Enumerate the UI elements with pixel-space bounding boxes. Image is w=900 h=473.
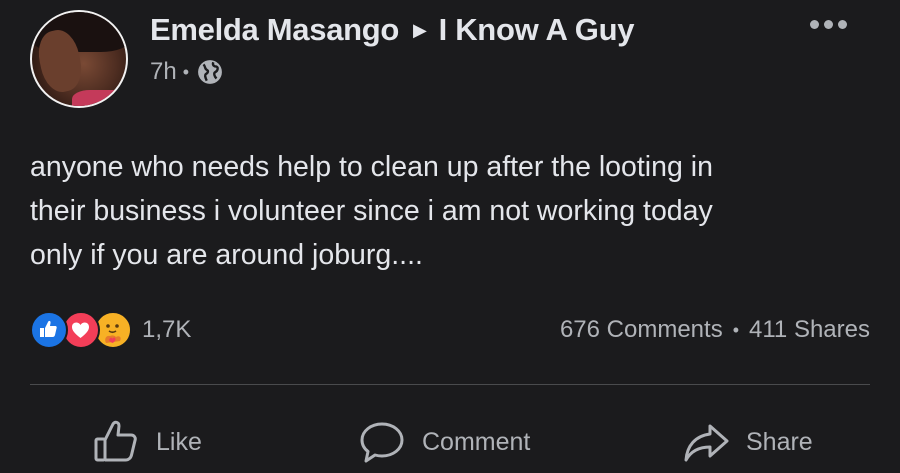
post-card: Emelda Masango ▶ I Know A Guy 7h • anyon… (0, 0, 900, 473)
shares-count[interactable]: 411 Shares (749, 316, 870, 344)
globe-icon (198, 60, 222, 84)
group-name[interactable]: I Know A Guy (439, 12, 635, 48)
more-options-icon[interactable] (810, 20, 847, 29)
divider (30, 384, 870, 385)
share-label: Share (746, 427, 813, 456)
like-reaction-icon (30, 311, 68, 349)
post-header: Emelda Masango ▶ I Know A Guy (150, 12, 635, 48)
author-name[interactable]: Emelda Masango (150, 12, 399, 48)
arrow-right-icon: ▶ (413, 19, 427, 40)
comment-icon (360, 422, 404, 463)
like-label: Like (156, 427, 202, 456)
reaction-count: 1,7K (142, 316, 192, 343)
action-bar: Like Comment Share (0, 412, 900, 472)
avatar[interactable] (30, 10, 128, 108)
share-button[interactable]: Share (682, 412, 813, 472)
post-text-line: anyone who needs help to clean up after … (30, 151, 713, 183)
comment-button[interactable]: Comment (358, 412, 530, 472)
post-text-line: only if you are around joburg.... (30, 239, 423, 271)
reactions-summary[interactable]: 1,7K (30, 311, 191, 349)
post-text-line: their business i volunteer since i am no… (30, 195, 713, 227)
comment-label: Comment (422, 427, 531, 456)
like-button[interactable]: Like (92, 412, 202, 472)
comments-count[interactable]: 676 Comments (560, 316, 723, 344)
post-meta: 7h • (150, 58, 223, 86)
thumbs-up-icon (94, 420, 137, 462)
engagement-stats: 676 Comments • 411 Shares (560, 316, 870, 344)
post-text: anyone who needs help to clean up after … (30, 145, 880, 277)
meta-dot: • (182, 61, 190, 82)
share-arrow-icon (684, 424, 729, 462)
stats-separator: • (732, 319, 740, 340)
post-time[interactable]: 7h (150, 58, 177, 86)
avatar-shirt (72, 90, 126, 106)
